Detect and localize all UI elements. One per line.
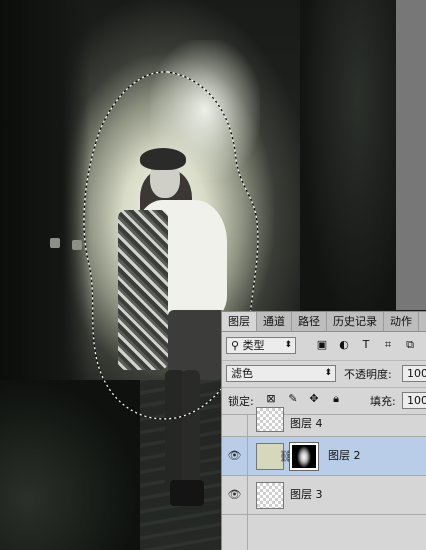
layer-name: 图层 3 <box>290 488 323 501</box>
opacity-input[interactable]: 100% <box>402 365 426 382</box>
layer-row-selected[interactable]: 👁︎ ⛓︎ 图层 2 <box>222 436 426 475</box>
search-icon: ⚲ <box>231 339 240 352</box>
panel-tabs: 图层 通道 路径 历史记录 动作 <box>222 312 426 332</box>
tab-paths[interactable]: 路径 <box>292 312 327 331</box>
image-filter-icon[interactable]: ▣ <box>316 339 328 351</box>
lock-image-pixels-icon[interactable]: ✎ <box>287 393 299 405</box>
layer-thumbnail <box>256 482 284 509</box>
shape-filter-icon[interactable]: ⌗ <box>382 339 394 351</box>
eye-icon[interactable]: 👁︎ <box>222 476 248 514</box>
adjustment-filter-icon[interactable]: ◐ <box>338 339 350 351</box>
layer-row[interactable]: 图层 4 <box>222 407 426 436</box>
filter-kind-value: 类型 <box>242 339 265 352</box>
layer-name: 图层 2 <box>328 449 361 462</box>
lock-position-icon[interactable]: ✥ <box>308 393 320 405</box>
stepper-arrows-icon: ⬍ <box>284 340 292 350</box>
smart-object-filter-icon[interactable]: ⧉ <box>404 339 416 351</box>
lock-all-icon[interactable]: 🔒︎ <box>330 393 342 405</box>
stepper-arrows-icon: ⬍ <box>324 368 332 378</box>
blend-mode-value: 滤色 <box>231 367 253 380</box>
lock-row: 锁定: ⊠ ✎ ✥ 🔒︎ 填充: 100% <box>222 387 426 411</box>
fill-label: 填充: <box>370 395 396 408</box>
opacity-label: 不透明度: <box>344 368 392 381</box>
visibility-toggle[interactable] <box>222 515 248 550</box>
filter-kind-select[interactable]: ⚲ 类型 ⬍ <box>226 337 296 354</box>
blend-row: 滤色 ⬍ 不透明度: 100% <box>222 360 426 384</box>
layer-row[interactable]: 👁︎ 图层 3 <box>222 475 426 514</box>
blend-mode-select[interactable]: 滤色 ⬍ <box>226 365 336 382</box>
layer-mask-thumbnail[interactable] <box>289 442 319 471</box>
eye-icon[interactable]: 👁︎ <box>222 437 248 475</box>
lock-transparent-pixels-icon[interactable]: ⊠ <box>265 393 277 405</box>
lock-label: 锁定: <box>228 395 254 408</box>
layers-panel: 图层 通道 路径 历史记录 动作 ⚲ 类型 ⬍ ▣ ◐ T ⌗ ⧉ 滤色 ⬍ 不… <box>221 311 426 550</box>
visibility-toggle[interactable] <box>222 415 248 436</box>
tab-layers[interactable]: 图层 <box>222 312 257 331</box>
tab-actions[interactable]: 动作 <box>384 312 419 331</box>
tab-history[interactable]: 历史记录 <box>327 312 384 331</box>
fill-input[interactable]: 100% <box>402 392 426 409</box>
text-filter-icon[interactable]: T <box>360 339 372 351</box>
layer-row[interactable] <box>222 514 426 550</box>
layer-thumbnail <box>256 407 284 432</box>
tab-channels[interactable]: 通道 <box>257 312 292 331</box>
workspace-background <box>396 0 426 310</box>
